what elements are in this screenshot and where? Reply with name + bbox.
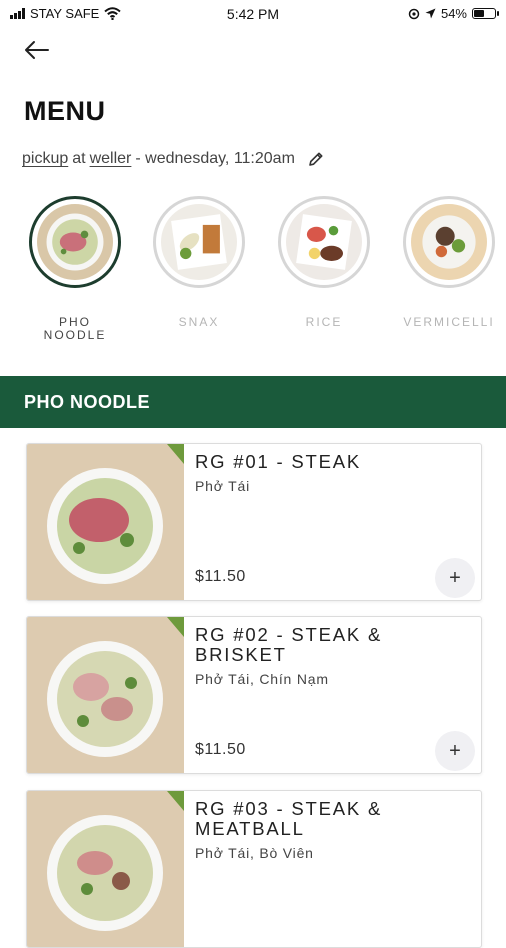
pickup-datetime: - wednesday, 11:20am: [135, 150, 295, 167]
category-image-ring: [403, 196, 495, 288]
pickup-mode-link[interactable]: pickup: [22, 150, 68, 168]
arrow-left-icon: [25, 41, 49, 59]
add-to-cart-button[interactable]: +: [435, 558, 475, 598]
pho-steak-photo: [27, 444, 184, 600]
item-price: $11.50: [195, 741, 246, 758]
category-carousel: PHO NOODLE SNAX RICE VERMICELLI: [0, 196, 506, 356]
category-label: VERMICELLI: [403, 315, 495, 329]
item-name: RG #01 - STEAK: [195, 451, 362, 472]
item-subtitle: Phở Tái, Chín Nạm: [195, 671, 329, 687]
battery-percent: 54%: [440, 6, 467, 21]
battery-fill: [474, 10, 484, 17]
add-to-cart-button[interactable]: +: [435, 731, 475, 771]
category-vermicelli[interactable]: VERMICELLI: [394, 196, 504, 329]
category-image-ring: [29, 196, 121, 288]
category-label: PHO NOODLE: [43, 315, 107, 342]
snax-plate-image: [161, 204, 237, 280]
item-subtitle: Phở Tái: [195, 478, 250, 494]
category-pho-noodle[interactable]: PHO NOODLE: [20, 196, 130, 342]
pickup-at-text: at: [72, 150, 86, 167]
menu-item-card[interactable]: RG #02 - STEAK & BRISKET Phở Tái, Chín N…: [26, 616, 482, 774]
status-bar: STAY SAFE 5:42 PM 54%: [0, 0, 506, 30]
item-price: $11.50: [195, 568, 246, 585]
rice-plate-image: [286, 204, 362, 280]
category-label: RICE: [305, 315, 343, 329]
orientation-lock-icon: [408, 8, 420, 19]
menu-item-card[interactable]: RG #01 - STEAK Phở Tái $11.50 +: [26, 443, 482, 601]
pho-bowl-image: [37, 204, 113, 280]
item-name: RG #02 - STEAK & BRISKET: [195, 624, 383, 665]
menu-item-card[interactable]: RG #03 - STEAK & MEATBALL Phở Tái, Bò Vi…: [26, 790, 482, 948]
category-image-ring: [153, 196, 245, 288]
pho-steak-brisket-photo: [27, 617, 184, 773]
item-subtitle: Phở Tái, Bò Viên: [195, 845, 314, 861]
pickup-location-link[interactable]: weller: [90, 150, 132, 168]
status-right: 54%: [408, 6, 499, 21]
location-arrow-icon: [425, 8, 436, 19]
category-snax[interactable]: SNAX: [144, 196, 254, 329]
section-title: PHO NOODLE: [24, 392, 151, 412]
back-button[interactable]: [22, 38, 52, 64]
category-rice[interactable]: RICE: [269, 196, 379, 329]
pencil-icon[interactable]: [307, 150, 325, 168]
item-name: RG #03 - STEAK & MEATBALL: [195, 798, 383, 839]
category-label: SNAX: [178, 315, 220, 329]
pho-steak-meatball-photo: [27, 791, 184, 947]
battery-icon: [472, 8, 499, 19]
pickup-info: pickup at weller - wednesday, 11:20am: [22, 150, 325, 168]
vermicelli-bowl-image: [411, 204, 487, 280]
category-image-ring: [278, 196, 370, 288]
page-title: MENU: [24, 96, 106, 126]
section-header: PHO NOODLE: [0, 376, 506, 428]
